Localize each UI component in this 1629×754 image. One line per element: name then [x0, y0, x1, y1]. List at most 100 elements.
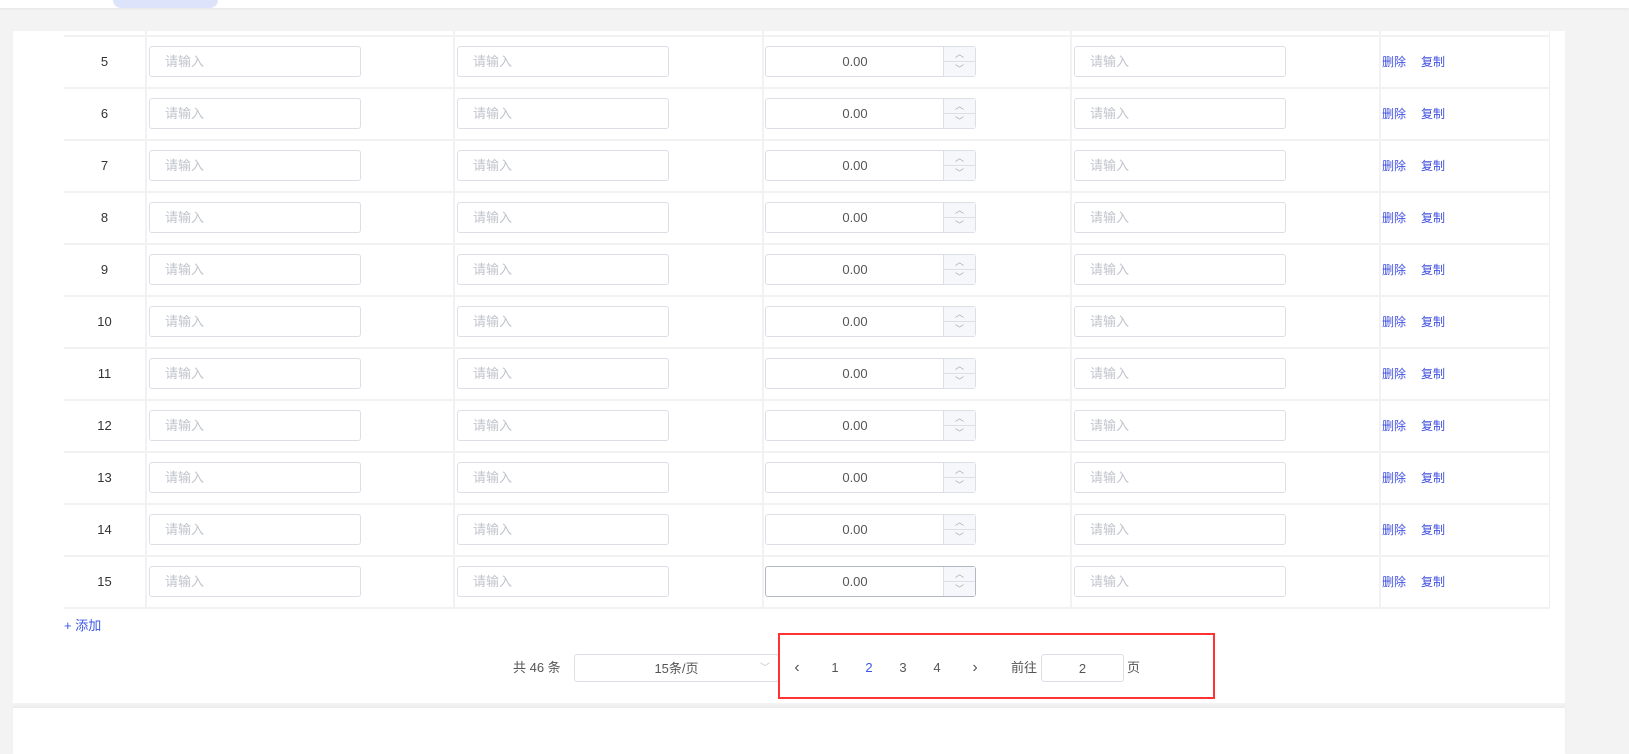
text-input-2[interactable]: 请输入 [457, 150, 669, 181]
number-input[interactable]: 0.00 ︿ ﹀ [765, 254, 976, 285]
text-input-3[interactable]: 请输入 [1074, 306, 1286, 337]
table-row: 11 请输入 请输入 0.00 ︿ ﹀ 请输入 删除 复制 [64, 349, 1550, 401]
decrement-chevron-down-icon[interactable]: ﹀ [943, 269, 975, 284]
decrement-chevron-down-icon[interactable]: ﹀ [943, 321, 975, 336]
text-input-1[interactable]: 请输入 [149, 306, 361, 337]
text-input-2[interactable]: 请输入 [457, 358, 669, 389]
decrement-chevron-down-icon[interactable]: ﹀ [943, 529, 975, 544]
copy-link[interactable]: 复制 [1421, 575, 1445, 589]
delete-link[interactable]: 删除 [1382, 315, 1406, 329]
row-index: 15 [64, 557, 147, 607]
text-input-2[interactable]: 请输入 [457, 410, 669, 441]
text-input-2[interactable]: 请输入 [457, 306, 669, 337]
copy-link[interactable]: 复制 [1421, 159, 1445, 173]
text-input-2[interactable]: 请输入 [457, 254, 669, 285]
text-input-3[interactable]: 请输入 [1074, 358, 1286, 389]
text-input-1[interactable]: 请输入 [149, 358, 361, 389]
number-value: 0.00 [842, 106, 868, 121]
number-input[interactable]: 0.00 ︿ ﹀ [765, 358, 976, 389]
delete-link[interactable]: 删除 [1382, 471, 1406, 485]
text-input-2[interactable]: 请输入 [457, 202, 669, 233]
text-input-2[interactable]: 请输入 [457, 462, 669, 493]
delete-link[interactable]: 删除 [1382, 575, 1406, 589]
row-index: 10 [64, 297, 147, 347]
copy-link[interactable]: 复制 [1421, 419, 1445, 433]
text-input-3[interactable]: 请输入 [1074, 566, 1286, 597]
text-input-2[interactable]: 请输入 [457, 98, 669, 129]
text-input-3[interactable]: 请输入 [1074, 202, 1286, 233]
table-row: 14 请输入 请输入 0.00 ︿ ﹀ 请输入 删除 复制 [64, 505, 1550, 557]
decrement-chevron-down-icon[interactable]: ﹀ [943, 61, 975, 76]
table-row: 13 请输入 请输入 0.00 ︿ ﹀ 请输入 删除 复制 [64, 453, 1550, 505]
text-input-3[interactable]: 请输入 [1074, 254, 1286, 285]
text-input-1[interactable]: 请输入 [149, 254, 361, 285]
text-input-1[interactable]: 请输入 [149, 46, 361, 77]
text-input-1[interactable]: 请输入 [149, 462, 361, 493]
copy-link[interactable]: 复制 [1421, 55, 1445, 69]
number-value: 0.00 [842, 470, 868, 485]
decrement-chevron-down-icon[interactable]: ﹀ [943, 477, 975, 492]
number-input[interactable]: 0.00 ︿ ﹀ [765, 514, 976, 545]
text-input-3[interactable]: 请输入 [1074, 150, 1286, 181]
number-input[interactable]: 0.00 ︿ ﹀ [765, 98, 976, 129]
decrement-chevron-down-icon[interactable]: ﹀ [943, 165, 975, 180]
increment-chevron-up-icon[interactable]: ︿ [943, 203, 975, 218]
text-input-2[interactable]: 请输入 [457, 566, 669, 597]
number-value: 0.00 [842, 54, 868, 69]
decrement-chevron-down-icon[interactable]: ﹀ [943, 581, 975, 596]
copy-link[interactable]: 复制 [1421, 315, 1445, 329]
text-input-3[interactable]: 请输入 [1074, 46, 1286, 77]
active-tab-indicator[interactable] [113, 0, 218, 8]
text-input-1[interactable]: 请输入 [149, 150, 361, 181]
delete-link[interactable]: 删除 [1382, 55, 1406, 69]
copy-link[interactable]: 复制 [1421, 211, 1445, 225]
delete-link[interactable]: 删除 [1382, 211, 1406, 225]
text-input-3[interactable]: 请输入 [1074, 514, 1286, 545]
delete-link[interactable]: 删除 [1382, 263, 1406, 277]
text-input-3[interactable]: 请输入 [1074, 410, 1286, 441]
text-input-2[interactable]: 请输入 [457, 46, 669, 77]
copy-link[interactable]: 复制 [1421, 107, 1445, 121]
text-input-2[interactable]: 请输入 [457, 514, 669, 545]
delete-link[interactable]: 删除 [1382, 419, 1406, 433]
number-input[interactable]: 0.00 ︿ ﹀ [765, 46, 976, 77]
delete-link[interactable]: 删除 [1382, 107, 1406, 121]
increment-chevron-up-icon[interactable]: ︿ [943, 307, 975, 322]
text-input-1[interactable]: 请输入 [149, 514, 361, 545]
page-size-select[interactable]: 15条/页 ﹀ [574, 654, 779, 682]
increment-chevron-up-icon[interactable]: ︿ [943, 567, 975, 582]
number-input[interactable]: 0.00 ︿ ﹀ [765, 150, 976, 181]
add-row-button[interactable]: + 添加 [64, 615, 101, 634]
increment-chevron-up-icon[interactable]: ︿ [943, 463, 975, 478]
delete-link[interactable]: 删除 [1382, 523, 1406, 537]
text-input-1[interactable]: 请输入 [149, 98, 361, 129]
decrement-chevron-down-icon[interactable]: ﹀ [943, 373, 975, 388]
number-input[interactable]: 0.00 ︿ ﹀ [765, 462, 976, 493]
number-input[interactable]: 0.00 ︿ ﹀ [765, 306, 976, 337]
text-input-1[interactable]: 请输入 [149, 202, 361, 233]
text-input-1[interactable]: 请输入 [149, 566, 361, 597]
decrement-chevron-down-icon[interactable]: ﹀ [943, 217, 975, 232]
increment-chevron-up-icon[interactable]: ︿ [943, 47, 975, 62]
text-input-3[interactable]: 请输入 [1074, 462, 1286, 493]
text-input-3[interactable]: 请输入 [1074, 98, 1286, 129]
text-input-1[interactable]: 请输入 [149, 410, 361, 441]
increment-chevron-up-icon[interactable]: ︿ [943, 255, 975, 270]
increment-chevron-up-icon[interactable]: ︿ [943, 411, 975, 426]
increment-chevron-up-icon[interactable]: ︿ [943, 359, 975, 374]
decrement-chevron-down-icon[interactable]: ﹀ [943, 425, 975, 440]
copy-link[interactable]: 复制 [1421, 367, 1445, 381]
copy-link[interactable]: 复制 [1421, 263, 1445, 277]
increment-chevron-up-icon[interactable]: ︿ [943, 151, 975, 166]
decrement-chevron-down-icon[interactable]: ﹀ [943, 113, 975, 128]
delete-link[interactable]: 删除 [1382, 367, 1406, 381]
copy-link[interactable]: 复制 [1421, 471, 1445, 485]
number-value: 0.00 [842, 262, 868, 277]
number-input[interactable]: 0.00 ︿ ﹀ [765, 566, 976, 597]
number-input[interactable]: 0.00 ︿ ﹀ [765, 410, 976, 441]
number-input[interactable]: 0.00 ︿ ﹀ [765, 202, 976, 233]
increment-chevron-up-icon[interactable]: ︿ [943, 515, 975, 530]
delete-link[interactable]: 删除 [1382, 159, 1406, 173]
increment-chevron-up-icon[interactable]: ︿ [943, 99, 975, 114]
copy-link[interactable]: 复制 [1421, 523, 1445, 537]
